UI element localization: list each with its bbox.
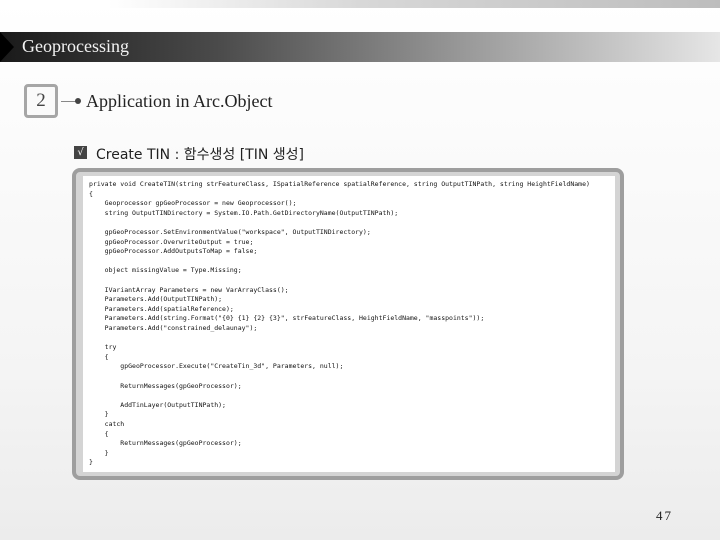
bullet-dot-icon [75,98,81,104]
checkbox-bullet-icon: √ [74,146,87,159]
code-line: { [89,429,109,438]
code-line: Parameters.Add(OutputTINPath); [89,295,223,304]
code-block: private void CreateTIN(string strFeature… [83,176,615,472]
section-number-badge: 2 [24,84,58,118]
item-label: Create TIN : 함수생성 [TIN 생성] [96,147,304,163]
slide-header-title: Geoprocessing [22,36,129,56]
header-accent-bar [0,0,720,8]
header-arrow-icon [0,32,14,62]
code-line: Parameters.Add(string.Format("{0} {1} {2… [89,314,485,323]
code-line: gpGeoProcessor.AddOutputsToMap = false; [89,247,258,256]
code-line: gpGeoProcessor.SetEnvironmentValue("work… [89,228,371,236]
section-title: Application in Arc.Object [86,91,273,111]
code-line: private void CreateTIN(string strFeature… [89,180,590,188]
page-number: 47 [656,508,673,523]
code-line: AddTinLayer(OutputTINPath); [89,400,226,409]
code-line: { [89,189,93,198]
code-line: } [89,410,109,419]
code-line: ReturnMessages(gpGeoProcessor); [89,439,242,448]
code-line: { [89,352,109,361]
code-line: try [89,343,117,352]
code-line: Parameters.Add(spatialReference); [89,304,234,313]
code-line: } [89,448,109,457]
code-line: gpGeoProcessor.Execute("CreateTin_3d", P… [89,362,344,371]
code-line: gpGeoProcessor.OverwriteOutput = true; [89,237,254,246]
code-line: ReturnMessages(gpGeoProcessor); [89,381,242,390]
code-line: IVariantArray Parameters = new VarArrayC… [89,285,289,294]
code-line: string OutputTINDirectory = System.IO.Pa… [89,208,399,217]
code-line: Geoprocessor gpGeoProcessor = new Geopro… [89,199,297,208]
code-line: object missingValue = Type.Missing; [89,266,242,275]
code-line: Parameters.Add("constrained_delaunay"); [89,324,258,332]
code-line: } [89,458,93,467]
code-line: catch [89,420,125,428]
